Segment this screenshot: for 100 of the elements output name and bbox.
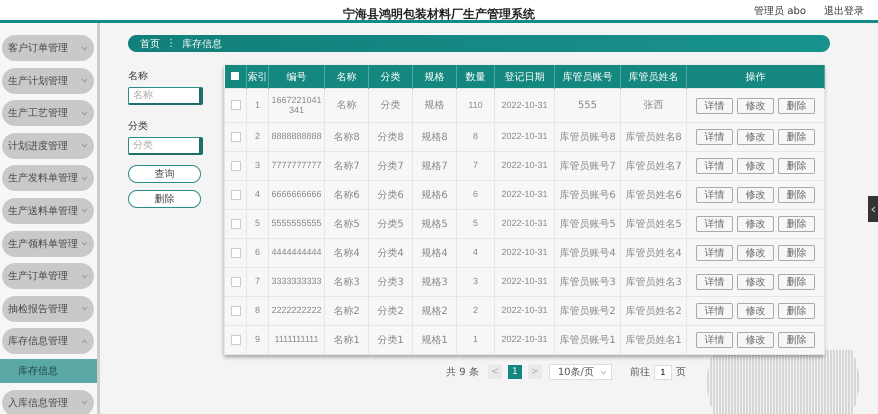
page-number[interactable]: 1 bbox=[508, 365, 522, 379]
delete-button[interactable]: 删除 bbox=[778, 216, 815, 232]
menu-item-label: 生产计划管理 bbox=[8, 74, 68, 88]
table-cell: 2 bbox=[246, 122, 268, 152]
table-cell: 分类5 bbox=[368, 210, 412, 238]
table-cell: 2022-10-31 bbox=[494, 88, 554, 122]
table-cell: 4 bbox=[246, 180, 268, 210]
details-button[interactable]: 详情 bbox=[696, 158, 733, 174]
table-cell: 5555555555 bbox=[268, 210, 324, 238]
menu-item[interactable]: 客户订单管理 bbox=[2, 35, 94, 61]
menu-item-label: 生产送料单管理 bbox=[8, 204, 78, 218]
edit-button[interactable]: 修改 bbox=[737, 216, 774, 232]
delete-button[interactable]: 删除 bbox=[778, 245, 815, 261]
breadcrumb-home[interactable]: 首页 bbox=[140, 36, 160, 50]
menu-item-label: 生产发料单管理 bbox=[8, 172, 78, 186]
row-checkbox[interactable] bbox=[230, 276, 240, 287]
edit-button[interactable]: 修改 bbox=[737, 187, 774, 203]
page-size-select[interactable]: 10条/页 bbox=[548, 364, 612, 380]
delete-button[interactable]: 删除 bbox=[778, 303, 815, 319]
row-checkbox[interactable] bbox=[230, 190, 240, 200]
row-checkbox[interactable] bbox=[230, 334, 240, 345]
menu-item-label: 生产领料单管理 bbox=[8, 238, 78, 251]
row-checkbox[interactable] bbox=[230, 218, 240, 229]
edit-button[interactable]: 修改 bbox=[737, 332, 774, 348]
logout-link[interactable]: 退出登录 bbox=[824, 4, 864, 18]
menu-item[interactable]: 生产送料单管理 bbox=[2, 198, 94, 224]
column-header: 分类 bbox=[368, 65, 412, 88]
row-checkbox[interactable] bbox=[230, 132, 240, 142]
side-toggle-button[interactable] bbox=[868, 196, 878, 222]
input-field[interactable]: 分类 bbox=[128, 137, 203, 155]
edit-button[interactable]: 修改 bbox=[737, 303, 774, 319]
edit-button[interactable]: 修改 bbox=[737, 98, 774, 114]
details-button[interactable]: 详情 bbox=[696, 187, 733, 203]
menu-item[interactable]: 计划进度管理 bbox=[2, 132, 94, 159]
menu-item-label: 客户订单管理 bbox=[8, 42, 68, 55]
edit-button[interactable]: 修改 bbox=[737, 158, 774, 174]
table-cell: 库管员姓名6 bbox=[620, 180, 686, 210]
column-header: 库管员账号 bbox=[554, 65, 620, 88]
search-button[interactable]: 查询 bbox=[128, 165, 201, 183]
delete-button[interactable]: 删除 bbox=[778, 158, 815, 174]
table-cell: 名称2 bbox=[324, 296, 368, 326]
menu-item[interactable]: 抽检报告管理 bbox=[2, 296, 94, 322]
delete-button[interactable]: 删除 bbox=[128, 190, 201, 208]
table-cell: 分类7 bbox=[368, 152, 412, 180]
table-cell: 1 bbox=[456, 326, 494, 354]
table-cell: 2022-10-31 bbox=[494, 296, 554, 326]
details-button[interactable]: 详情 bbox=[696, 216, 733, 232]
table-cell: 库管员账号7 bbox=[554, 152, 620, 180]
row-checkbox[interactable] bbox=[230, 306, 240, 316]
details-button[interactable]: 详情 bbox=[696, 98, 733, 114]
select-all-checkbox[interactable] bbox=[231, 72, 240, 80]
edit-button[interactable]: 修改 bbox=[737, 274, 774, 290]
delete-button[interactable]: 删除 bbox=[778, 129, 815, 145]
details-button[interactable]: 详情 bbox=[696, 129, 733, 145]
details-button[interactable]: 详情 bbox=[696, 332, 733, 348]
page-unit: 页 bbox=[676, 366, 686, 379]
table-cell: 2022-10-31 bbox=[494, 180, 554, 210]
delete-button[interactable]: 删除 bbox=[778, 274, 815, 290]
table-cell: 库管员姓名2 bbox=[620, 296, 686, 326]
edit-button[interactable]: 修改 bbox=[737, 245, 774, 261]
details-button[interactable]: 详情 bbox=[696, 245, 733, 261]
menu-item-label: 抽检报告管理 bbox=[8, 302, 68, 316]
goto-label: 前往 bbox=[630, 366, 650, 379]
table-cell: 名称1 bbox=[324, 326, 368, 354]
row-checkbox[interactable] bbox=[230, 248, 240, 258]
table-cell: 库管员账号8 bbox=[554, 122, 620, 152]
details-button[interactable]: 详情 bbox=[696, 274, 733, 290]
delete-button[interactable]: 删除 bbox=[778, 187, 815, 203]
table-cell: 8888888888 bbox=[268, 122, 324, 152]
input-field[interactable]: 名称 bbox=[128, 87, 203, 105]
menu-item[interactable]: 生产计划管理 bbox=[2, 68, 94, 94]
edit-button[interactable]: 修改 bbox=[737, 129, 774, 145]
table-cell: 4444444444 bbox=[268, 238, 324, 268]
menu-item[interactable]: 生产工艺管理 bbox=[2, 100, 94, 126]
row-checkbox[interactable] bbox=[230, 160, 240, 171]
row-checkbox[interactable] bbox=[230, 100, 240, 110]
delete-button[interactable]: 删除 bbox=[778, 332, 815, 348]
column-header: 库管员姓名 bbox=[620, 65, 686, 88]
table-cell: 1 bbox=[246, 88, 268, 122]
chevron-down-icon bbox=[600, 370, 607, 374]
table-cell: 3 bbox=[246, 152, 268, 180]
table-cell: 2222222222 bbox=[268, 296, 324, 326]
table-cell: 库管员账号4 bbox=[554, 238, 620, 268]
table-cell: 名称6 bbox=[324, 180, 368, 210]
table-cell: 分类3 bbox=[368, 268, 412, 296]
column-header: 规格 bbox=[412, 65, 456, 88]
menu-item[interactable]: 入库信息管理 bbox=[2, 390, 94, 414]
menu-item[interactable]: 生产发料单管理 bbox=[2, 165, 94, 192]
menu-item[interactable]: 生产订单管理 bbox=[2, 263, 94, 290]
details-button[interactable]: 详情 bbox=[696, 303, 733, 319]
table-cell: 规格2 bbox=[412, 296, 456, 326]
delete-button[interactable]: 删除 bbox=[778, 98, 815, 114]
page-input[interactable]: 1 bbox=[654, 364, 672, 380]
column-header: 索引 bbox=[246, 65, 268, 88]
column-header: 名称 bbox=[324, 65, 368, 88]
table-cell: 名称3 bbox=[324, 268, 368, 296]
submenu-item[interactable]: 库存信息 bbox=[0, 358, 97, 383]
menu-item[interactable]: 生产领料单管理 bbox=[2, 230, 94, 257]
menu-item[interactable]: 库存信息管理 bbox=[2, 328, 94, 354]
table-cell: 库管员账号1 bbox=[554, 326, 620, 354]
